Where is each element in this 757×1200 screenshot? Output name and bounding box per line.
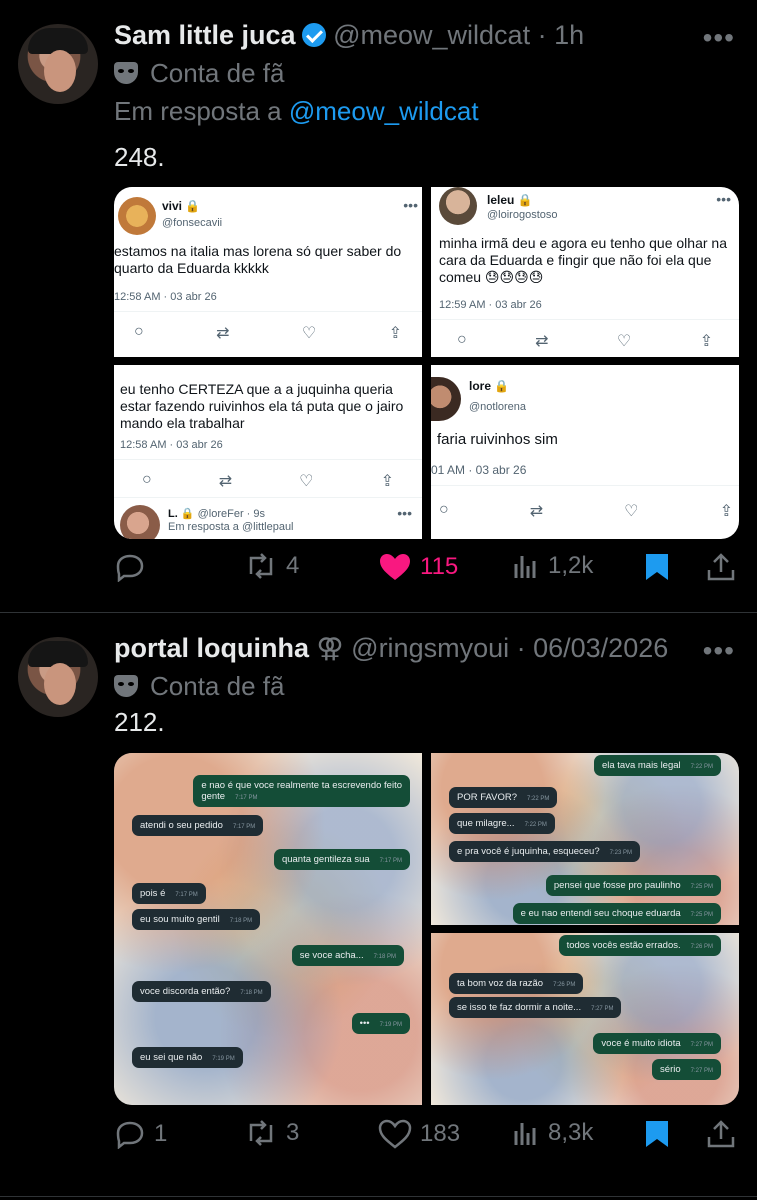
post-2[interactable]: portal loquinha ⚢ @ringsmyoui · 06/03/20… xyxy=(0,613,757,1200)
views-icon xyxy=(514,556,536,578)
post-text: 212. xyxy=(114,707,165,737)
more-icon[interactable]: ••• xyxy=(703,635,735,667)
chat-screenshot-left: e nao é que voce realmente ta escrevendo… xyxy=(114,753,422,1105)
repost-button[interactable]: 3 xyxy=(244,1119,299,1147)
reply-button[interactable]: 1 xyxy=(114,1119,167,1149)
mask-icon xyxy=(114,62,138,84)
chat-message: voce é muito idiota 7:27 PM xyxy=(593,1033,721,1054)
avatar xyxy=(118,197,156,235)
share-icon xyxy=(707,1120,735,1148)
more-icon: ••• xyxy=(397,505,412,521)
bookmark-button[interactable] xyxy=(644,552,670,582)
chat-message: e nao é que voce realmente ta escrevendo… xyxy=(193,775,410,807)
chat-message: todos vocês estão errados. 7:26 PM xyxy=(558,935,721,956)
share-button[interactable] xyxy=(706,1119,736,1149)
reply-icon xyxy=(116,554,144,582)
post-actions: 4 115 1,2k xyxy=(114,552,739,592)
author-handle[interactable]: @meow_wildcat xyxy=(333,20,530,50)
post-header: portal loquinha ⚢ @ringsmyoui · 06/03/20… xyxy=(114,633,668,664)
share-button[interactable] xyxy=(706,552,736,582)
post-header: Sam little juca @meow_wildcat · 1h xyxy=(114,20,584,51)
bookmark-icon xyxy=(646,554,668,580)
chat-message: se voce acha... 7:18 PM xyxy=(291,945,404,966)
chat-message: ela tava mais legal 7:22 PM xyxy=(593,755,721,776)
reply-handle-link[interactable]: @meow_wildcat xyxy=(289,96,479,126)
avatar xyxy=(431,377,461,421)
fan-account-label: Conta de fã xyxy=(114,671,284,702)
chat-message: POR FAVOR? 7:22 PM xyxy=(449,787,558,808)
verified-icon xyxy=(301,23,326,47)
chat-message: se isso te faz dormir a noite... 7:27 PM xyxy=(449,997,622,1018)
like-button[interactable]: 115 xyxy=(378,552,458,582)
screenshot-tweet-leleu: leleu 🔒 @loirogostoso ••• minha irmã deu… xyxy=(431,187,739,357)
heart-icon xyxy=(378,1119,412,1149)
bookmark-icon xyxy=(646,1121,668,1147)
chat-message: e pra você é juquinha, esqueceu? 7:23 PM xyxy=(449,841,640,862)
repost-icon xyxy=(249,1120,273,1146)
post-media[interactable]: e nao é que voce realmente ta escrevendo… xyxy=(114,753,739,1105)
chat-message: quanta gentileza sua 7:17 PM xyxy=(273,849,410,870)
chat-message: ta bom voz da razão 7:26 PM xyxy=(449,973,584,994)
post-media[interactable]: vivi 🔒 @fonsecavii ••• estamos na italia… xyxy=(114,187,739,539)
chat-message: eu sei que não 7:19 PM xyxy=(132,1047,243,1068)
avatar[interactable] xyxy=(18,637,98,717)
like-button[interactable]: 183 xyxy=(378,1119,460,1149)
divider xyxy=(0,1196,757,1197)
avatar xyxy=(439,187,477,225)
repost-icon xyxy=(249,553,273,579)
author-name[interactable]: portal loquinha xyxy=(114,633,309,663)
chat-screenshot-right-bottom: todos vocês estão errados. 7:26 PM ta bom … xyxy=(431,933,739,1105)
chat-message: pensei que fosse pro paulinho 7:25 PM xyxy=(545,875,721,896)
author-name[interactable]: Sam little juca xyxy=(114,20,296,50)
reply-context: Em resposta a @meow_wildcat xyxy=(114,96,479,126)
post-time[interactable]: · 06/03/2026 xyxy=(517,633,669,663)
screenshot-tweet-vivi: vivi 🔒 @fonsecavii ••• estamos na italia… xyxy=(114,187,422,357)
chat-message: e eu nao entendi seu choque eduarda 7:25 … xyxy=(512,903,721,924)
post-1[interactable]: Sam little juca @meow_wildcat · 1h ••• C… xyxy=(0,0,757,612)
fan-account-label: Conta de fã xyxy=(114,58,284,89)
share-icon xyxy=(707,553,735,581)
more-icon: ••• xyxy=(716,191,731,207)
tweet-action-icons: ○ ⇄ ♡ ⇪ xyxy=(439,501,733,520)
repost-button[interactable]: 4 xyxy=(244,552,299,580)
tweet-action-icons: ○ ⇄ ♡ ⇪ xyxy=(142,471,394,490)
reply-icon xyxy=(116,1121,144,1149)
post-actions: 1 3 183 8,3k xyxy=(114,1119,739,1159)
chat-message: voce discorda então? 7:18 PM xyxy=(132,981,271,1002)
gender-symbol-icon: ⚢ xyxy=(316,633,344,663)
screenshot-tweet-reply: eu tenho CERTEZA que a a juquinha queria… xyxy=(114,365,422,539)
chat-message: pois é 7:17 PM xyxy=(132,883,206,904)
more-icon[interactable]: ••• xyxy=(703,22,735,54)
author-handle[interactable]: @ringsmyoui xyxy=(351,633,509,663)
views-button[interactable]: 8,3k xyxy=(512,1119,593,1147)
post-text: 248. xyxy=(114,142,165,172)
tweet-action-icons: ○ ⇄ ♡ ⇪ xyxy=(134,323,402,342)
avatar[interactable] xyxy=(18,24,98,104)
views-icon xyxy=(514,1123,536,1145)
heart-icon xyxy=(380,554,410,580)
chat-message: atendi o seu pedido 7:17 PM xyxy=(132,815,264,836)
views-button[interactable]: 1,2k xyxy=(512,552,593,580)
mask-icon xyxy=(114,675,138,697)
chat-screenshot-right-top: ela tava mais legal 7:22 PM POR FAVOR? 7:22… xyxy=(431,753,739,925)
post-time[interactable]: · 1h xyxy=(538,20,585,50)
avatar xyxy=(120,505,160,539)
screenshot-tweet-lore: lore 🔒 @notlorena faria ruivinhos sim 01… xyxy=(431,365,739,539)
reply-button[interactable] xyxy=(114,552,154,582)
tweet-action-icons: ○ ⇄ ♡ ⇪ xyxy=(457,331,713,350)
chat-message: que milagre... 7:22 PM xyxy=(449,813,555,834)
bookmark-button[interactable] xyxy=(644,1119,670,1149)
more-icon: ••• xyxy=(403,197,418,213)
chat-message: sério 7:27 PM xyxy=(652,1059,721,1080)
chat-message: eu sou muito gentil 7:18 PM xyxy=(132,909,261,930)
chat-message: ••• 7:19 PM xyxy=(351,1013,410,1034)
